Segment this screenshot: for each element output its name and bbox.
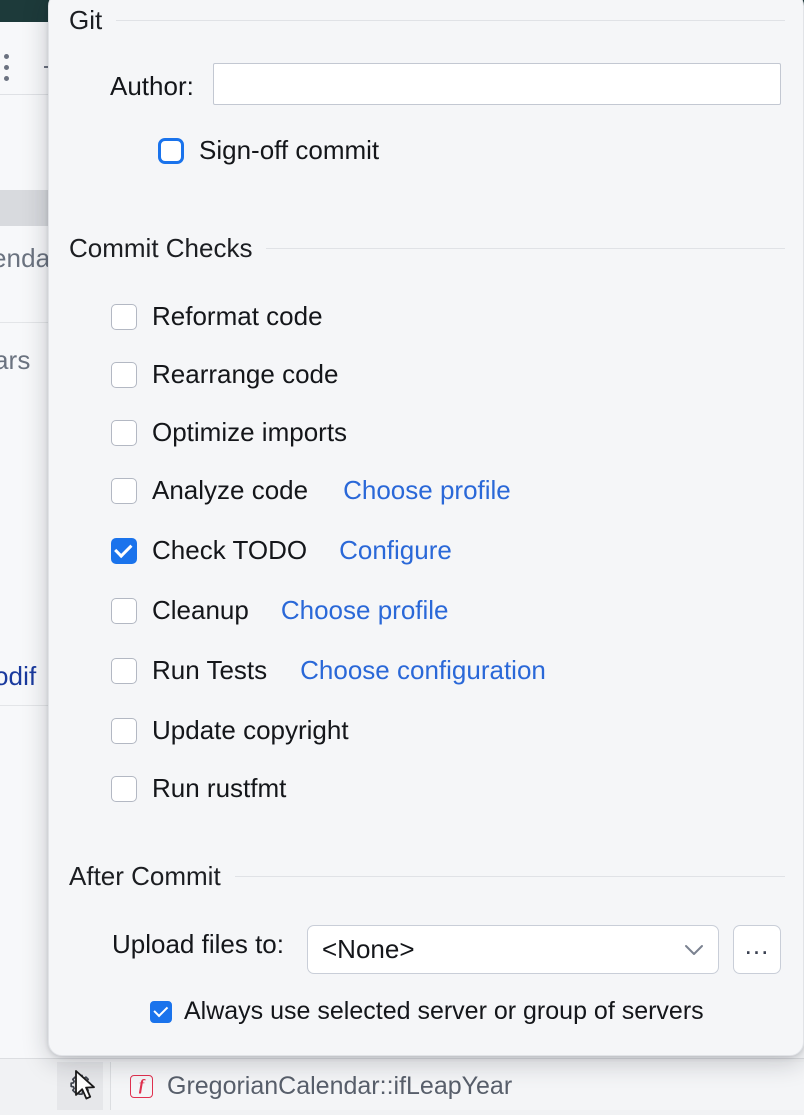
rearrange-code-checkbox[interactable] — [111, 362, 137, 388]
signoff-label: Sign-off commit — [199, 135, 379, 166]
section-title: Commit Checks — [69, 233, 266, 264]
checkbox-row-signoff[interactable]: Sign-off commit — [158, 135, 379, 166]
breadcrumb-label: GregorianCalendar::ifLeapYear — [167, 1072, 512, 1101]
signoff-checkbox[interactable] — [158, 138, 184, 164]
optimize-imports-label: Optimize imports — [152, 417, 347, 448]
analyze-code-checkbox[interactable] — [111, 478, 137, 504]
commit-options-popup: Git Author: Sign-off commit Commit Check… — [48, 0, 804, 1056]
upload-files-to-label: Upload files to: — [112, 929, 284, 960]
reformat-code-checkbox[interactable] — [111, 304, 137, 330]
section-title: After Commit — [69, 861, 235, 892]
checkbox-row-reformat-code[interactable]: Reformat code — [111, 301, 323, 332]
run-rustfmt-label: Run rustfmt — [152, 773, 286, 804]
section-header-git: Git — [69, 5, 785, 36]
always-use-server-checkbox[interactable] — [150, 1001, 172, 1023]
check-todo-label: Check TODO — [152, 535, 307, 566]
checkbox-row-run-tests[interactable]: Run Tests Choose configuration — [111, 655, 546, 686]
run-tests-choose-configuration-link[interactable]: Choose configuration — [300, 655, 546, 686]
more-options-icon[interactable] — [3, 54, 11, 84]
cleanup-label: Cleanup — [152, 595, 249, 626]
reformat-code-label: Reformat code — [152, 301, 323, 332]
run-tests-label: Run Tests — [152, 655, 267, 686]
analyze-code-choose-profile-link[interactable]: Choose profile — [343, 475, 511, 506]
checkbox-row-optimize-imports[interactable]: Optimize imports — [111, 417, 347, 448]
browse-server-button[interactable]: ... — [733, 925, 781, 974]
analyze-code-label: Analyze code — [152, 475, 308, 506]
update-copyright-checkbox[interactable] — [111, 718, 137, 744]
section-header-commit-checks: Commit Checks — [69, 233, 785, 264]
author-label: Author: — [110, 71, 194, 102]
always-use-server-label: Always use selected server or group of s… — [184, 997, 704, 1026]
tree-item-modified[interactable]: odif — [0, 661, 36, 692]
cleanup-checkbox[interactable] — [111, 598, 137, 624]
cleanup-choose-profile-link[interactable]: Choose profile — [281, 595, 449, 626]
gear-icon — [67, 1073, 94, 1100]
rearrange-code-label: Rearrange code — [152, 359, 338, 390]
section-header-after-commit: After Commit — [69, 861, 785, 892]
settings-gear-button[interactable] — [57, 1062, 103, 1110]
upload-server-value: <None> — [322, 934, 415, 965]
update-copyright-label: Update copyright — [152, 715, 349, 746]
checkbox-row-cleanup[interactable]: Cleanup Choose profile — [111, 595, 449, 626]
chevron-down-icon — [683, 943, 705, 957]
checkbox-row-update-copyright[interactable]: Update copyright — [111, 715, 349, 746]
run-tests-checkbox[interactable] — [111, 658, 137, 684]
optimize-imports-checkbox[interactable] — [111, 420, 137, 446]
tree-item-calendar[interactable]: endа — [0, 243, 50, 274]
author-input[interactable] — [213, 63, 781, 105]
checkbox-row-always-use-server[interactable]: Always use selected server or group of s… — [150, 997, 704, 1026]
function-badge-icon: f — [130, 1075, 153, 1098]
checkbox-row-check-todo[interactable]: Check TODO Configure — [111, 535, 452, 566]
check-todo-configure-link[interactable]: Configure — [339, 535, 452, 566]
section-rule — [266, 248, 785, 249]
upload-server-select[interactable]: <None> — [307, 925, 719, 974]
checkbox-row-rearrange-code[interactable]: Rearrange code — [111, 359, 338, 390]
run-rustfmt-checkbox[interactable] — [111, 776, 137, 802]
section-rule — [116, 20, 785, 21]
check-todo-checkbox[interactable] — [111, 538, 137, 564]
section-title: Git — [69, 5, 116, 36]
checkbox-row-analyze-code[interactable]: Analyze code Choose profile — [111, 475, 511, 506]
checkbox-row-run-rustfmt[interactable]: Run rustfmt — [111, 773, 286, 804]
section-rule — [235, 876, 785, 877]
breadcrumb[interactable]: f GregorianCalendar::ifLeapYear — [110, 1062, 804, 1110]
tree-item-years[interactable]: ars — [0, 345, 30, 376]
